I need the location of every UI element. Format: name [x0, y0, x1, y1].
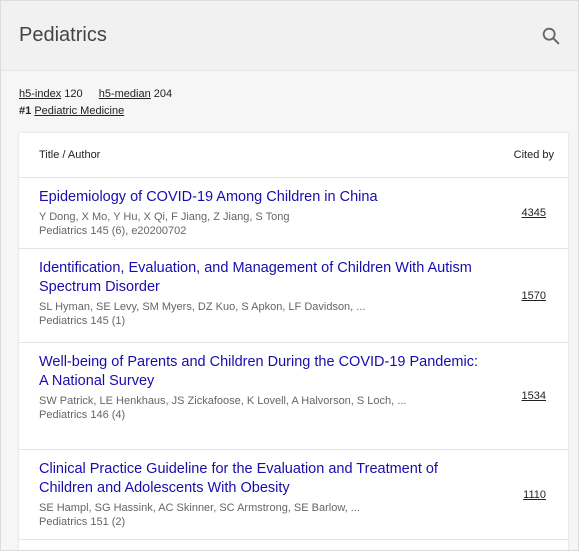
- table-header: Title / Author Cited by: [19, 133, 568, 178]
- article-journal: Pediatrics 146 (4): [39, 409, 126, 421]
- article-journal: Pediatrics 151 (2): [39, 516, 126, 528]
- article-authors: SE Hampl, SG Hassink, AC Skinner, SC Arm…: [39, 502, 360, 514]
- scholar-metrics-panel: Pediatrics h5-index 120 h5-median 204 #1…: [0, 0, 579, 551]
- article-title-link[interactable]: Identification, Evaluation, and Manageme…: [39, 259, 488, 297]
- metrics-line: h5-index 120 h5-median 204: [1, 71, 578, 103]
- table-row: Well-being of Parents and Children Durin…: [19, 343, 568, 450]
- cited-by-link[interactable]: 1110: [523, 489, 546, 501]
- article-title-link[interactable]: Epidemiology of COVID-19 Among Children …: [39, 188, 488, 207]
- h5-median-link[interactable]: h5-median: [99, 88, 151, 100]
- publications-table: Title / Author Cited by Epidemiology of …: [19, 133, 568, 550]
- rank-number: #1: [19, 105, 32, 117]
- h5-index-value: 120: [64, 88, 83, 100]
- category-rank: #1 Pediatric Medicine: [1, 103, 578, 117]
- h5-index-link[interactable]: h5-index: [19, 88, 61, 100]
- table-row: Identification, Evaluation, and Manageme…: [19, 249, 568, 343]
- column-title-author: Title / Author: [39, 149, 101, 161]
- article-title-link[interactable]: Clinical Practice Guideline for the Eval…: [39, 460, 488, 498]
- article-journal: Pediatrics 145 (1): [39, 315, 126, 327]
- cited-by-link[interactable]: 1534: [522, 390, 546, 402]
- cited-by-link[interactable]: 4345: [522, 207, 546, 219]
- table-row: Epidemiology of COVID-19 Among Children …: [19, 178, 568, 249]
- article-title-link[interactable]: Well-being of Parents and Children Durin…: [39, 353, 488, 391]
- column-cited-by: Cited by: [513, 149, 554, 161]
- category-link[interactable]: Pediatric Medicine: [34, 105, 124, 117]
- cited-by-link[interactable]: 1570: [522, 290, 546, 302]
- panel-header: Pediatrics: [1, 1, 578, 71]
- article-journal: Pediatrics 145 (6), e20200702: [39, 225, 187, 237]
- article-authors: Y Dong, X Mo, Y Hu, X Qi, F Jiang, Z Jia…: [39, 211, 290, 223]
- table-row: Clinical Practice Guideline for the Eval…: [19, 450, 568, 540]
- h5-median-value: 204: [153, 88, 173, 100]
- article-authors: SL Hyman, SE Levy, SM Myers, DZ Kuo, S A…: [39, 301, 366, 313]
- search-icon[interactable]: [540, 25, 562, 47]
- article-authors: SW Patrick, LE Henkhaus, JS Zickafoose, …: [39, 395, 407, 407]
- page-title: Pediatrics: [19, 24, 107, 46]
